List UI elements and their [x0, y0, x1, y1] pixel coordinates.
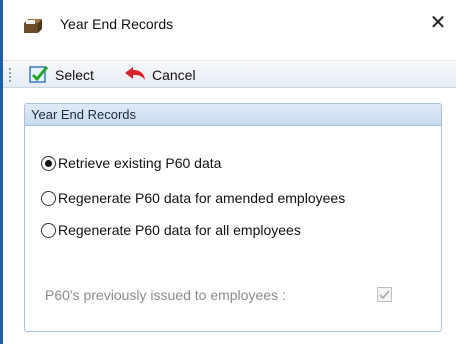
radio-label: Retrieve existing P60 data — [58, 155, 222, 171]
close-icon[interactable]: ✕ — [426, 12, 450, 36]
radio-label: Regenerate P60 data for all employees — [58, 222, 301, 238]
file-box-icon — [23, 17, 43, 35]
toolbar: Select Cancel — [3, 60, 456, 88]
radio-button[interactable] — [41, 222, 56, 238]
red-back-arrow-icon — [124, 65, 152, 86]
radio-label: Regenerate P60 data for amended employee… — [58, 190, 346, 206]
window-left-border — [0, 0, 3, 344]
select-button[interactable]: Select — [29, 64, 94, 86]
year-end-records-group: Year End Records Retrieve existing P60 d… — [24, 103, 442, 332]
radio-button[interactable] — [41, 155, 56, 171]
group-header: Year End Records — [25, 104, 441, 126]
p60-issued-checkbox — [377, 287, 392, 302]
title-bar: Year End Records ✕ — [3, 0, 456, 50]
radio-retrieve-existing[interactable]: Retrieve existing P60 data — [41, 155, 221, 171]
select-label: Select — [55, 67, 94, 83]
year-end-records-window: Year End Records ✕ Select Cancel Year En… — [0, 0, 456, 344]
radio-button[interactable] — [41, 190, 56, 206]
radio-regenerate-all[interactable]: Regenerate P60 data for all employees — [41, 222, 301, 238]
window-title: Year End Records — [60, 16, 174, 32]
cancel-button[interactable]: Cancel — [124, 64, 196, 86]
toolbar-grip[interactable] — [9, 68, 12, 82]
green-check-icon — [29, 64, 55, 87]
cancel-label: Cancel — [152, 67, 196, 83]
radio-regenerate-amended[interactable]: Regenerate P60 data for amended employee… — [41, 190, 345, 206]
p60-issued-label: P60's previously issued to employees : — [45, 287, 286, 303]
